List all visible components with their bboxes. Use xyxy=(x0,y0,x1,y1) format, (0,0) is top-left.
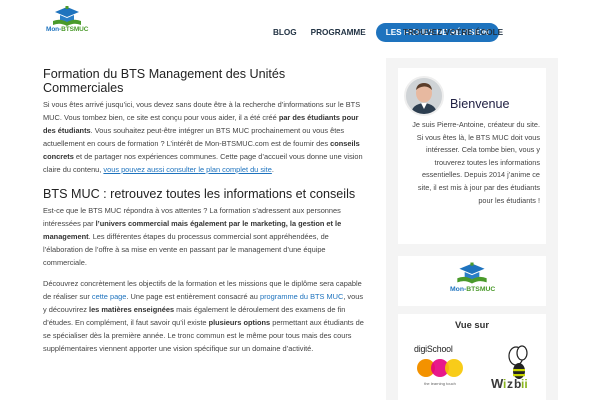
logo-widget: Mon-BTSMUC xyxy=(398,256,546,306)
graduation-cap-icon xyxy=(457,262,487,284)
graduation-cap-icon xyxy=(53,6,81,26)
page-title: Formation du BTS Management des Unités C… xyxy=(43,67,286,95)
sidebar-logo-text: Mon-BTSMUC xyxy=(450,286,496,293)
svg-text:i: i xyxy=(503,377,506,391)
sidebar-logo[interactable]: Mon-BTSMUC xyxy=(450,260,496,296)
digischool-tagline: the learning touch xyxy=(424,381,456,386)
avatar xyxy=(404,76,444,116)
user-photo-icon xyxy=(406,78,442,114)
partners-title: Vue sur xyxy=(454,319,490,330)
wizbii-bee-icon: W i z b ii xyxy=(491,345,528,391)
site-logo[interactable]: Mon-BTSMUC xyxy=(46,4,88,40)
consulter-link[interactable]: vous pouvez aussi consulter xyxy=(103,165,198,174)
site-header: Mon-BTSMUC Blog Programme Les fiches de … xyxy=(0,0,600,46)
sidebar: Bienvenue Je suis Pierre-Antoine, créate… xyxy=(386,58,558,400)
welcome-title: Bienvenue xyxy=(450,97,510,111)
intro-paragraph: Si vous êtes arrivé jusqu’ici, vous deve… xyxy=(43,100,363,174)
nav-item-programme[interactable]: Programme xyxy=(304,23,373,42)
svg-text:ii: ii xyxy=(521,377,528,391)
logo-text: Mon-BTSMUC xyxy=(46,26,89,33)
section-title: BTS MUC : retrouvez toutes les informati… xyxy=(43,187,356,202)
digischool-logo-icon xyxy=(417,359,463,377)
wizbii-link[interactable]: W i z b ii xyxy=(490,342,530,392)
attentes-paragraph: Est-ce que le BTS MUC répondra à vos att… xyxy=(43,206,342,268)
main-content: Formation du BTS Management des Unités C… xyxy=(43,67,368,355)
cette-page-link[interactable]: cette page xyxy=(92,292,127,301)
welcome-text: Je suis Pierre-Antoine, créateur du site… xyxy=(412,120,540,205)
digischool-link[interactable]: digiSchool the learning touch xyxy=(414,344,466,394)
plan-du-site-link[interactable]: le plan complet du site xyxy=(198,165,272,174)
nav-item-blog[interactable]: Blog xyxy=(266,23,304,42)
welcome-widget: Bienvenue Je suis Pierre-Antoine, créate… xyxy=(398,68,546,244)
digischool-name: digiSchool xyxy=(414,344,453,354)
nav-item-trouvez-ecole[interactable]: Trouvez votre école xyxy=(403,23,503,42)
svg-text:z: z xyxy=(507,377,513,391)
programme-link[interactable]: programme du BTS MUC xyxy=(260,292,343,301)
objectifs-paragraph: Découvrez concrètement les objectifs de … xyxy=(43,278,364,353)
partners-widget: Vue sur digiSchool the learning touch W … xyxy=(398,314,546,400)
